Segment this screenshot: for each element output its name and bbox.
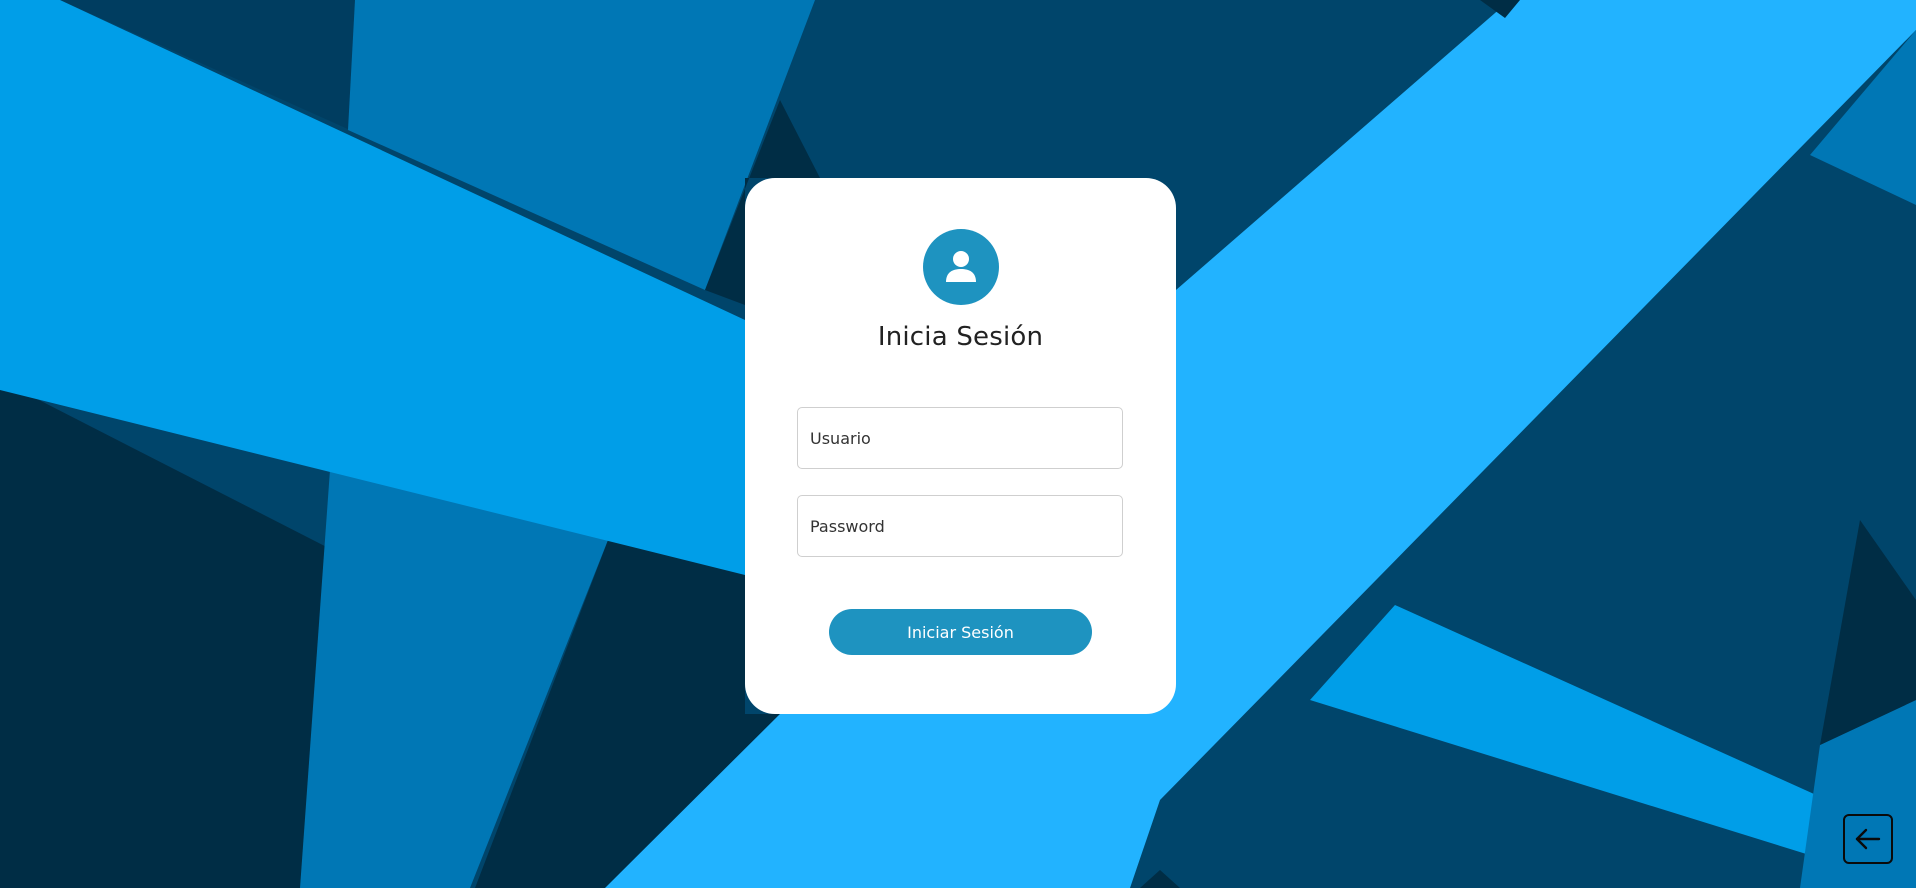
login-card: Inicia Sesión Iniciar Sesión	[745, 178, 1176, 714]
password-input[interactable]	[797, 495, 1123, 557]
user-icon	[946, 251, 976, 282]
login-submit-button[interactable]: Iniciar Sesión	[829, 609, 1092, 655]
arrow-left-icon	[1855, 828, 1881, 850]
username-input[interactable]	[797, 407, 1123, 469]
login-page: Inicia Sesión Iniciar Sesión	[0, 0, 1916, 888]
back-button[interactable]	[1843, 814, 1893, 864]
user-avatar	[923, 229, 999, 305]
login-title: Inicia Sesión	[877, 322, 1044, 352]
